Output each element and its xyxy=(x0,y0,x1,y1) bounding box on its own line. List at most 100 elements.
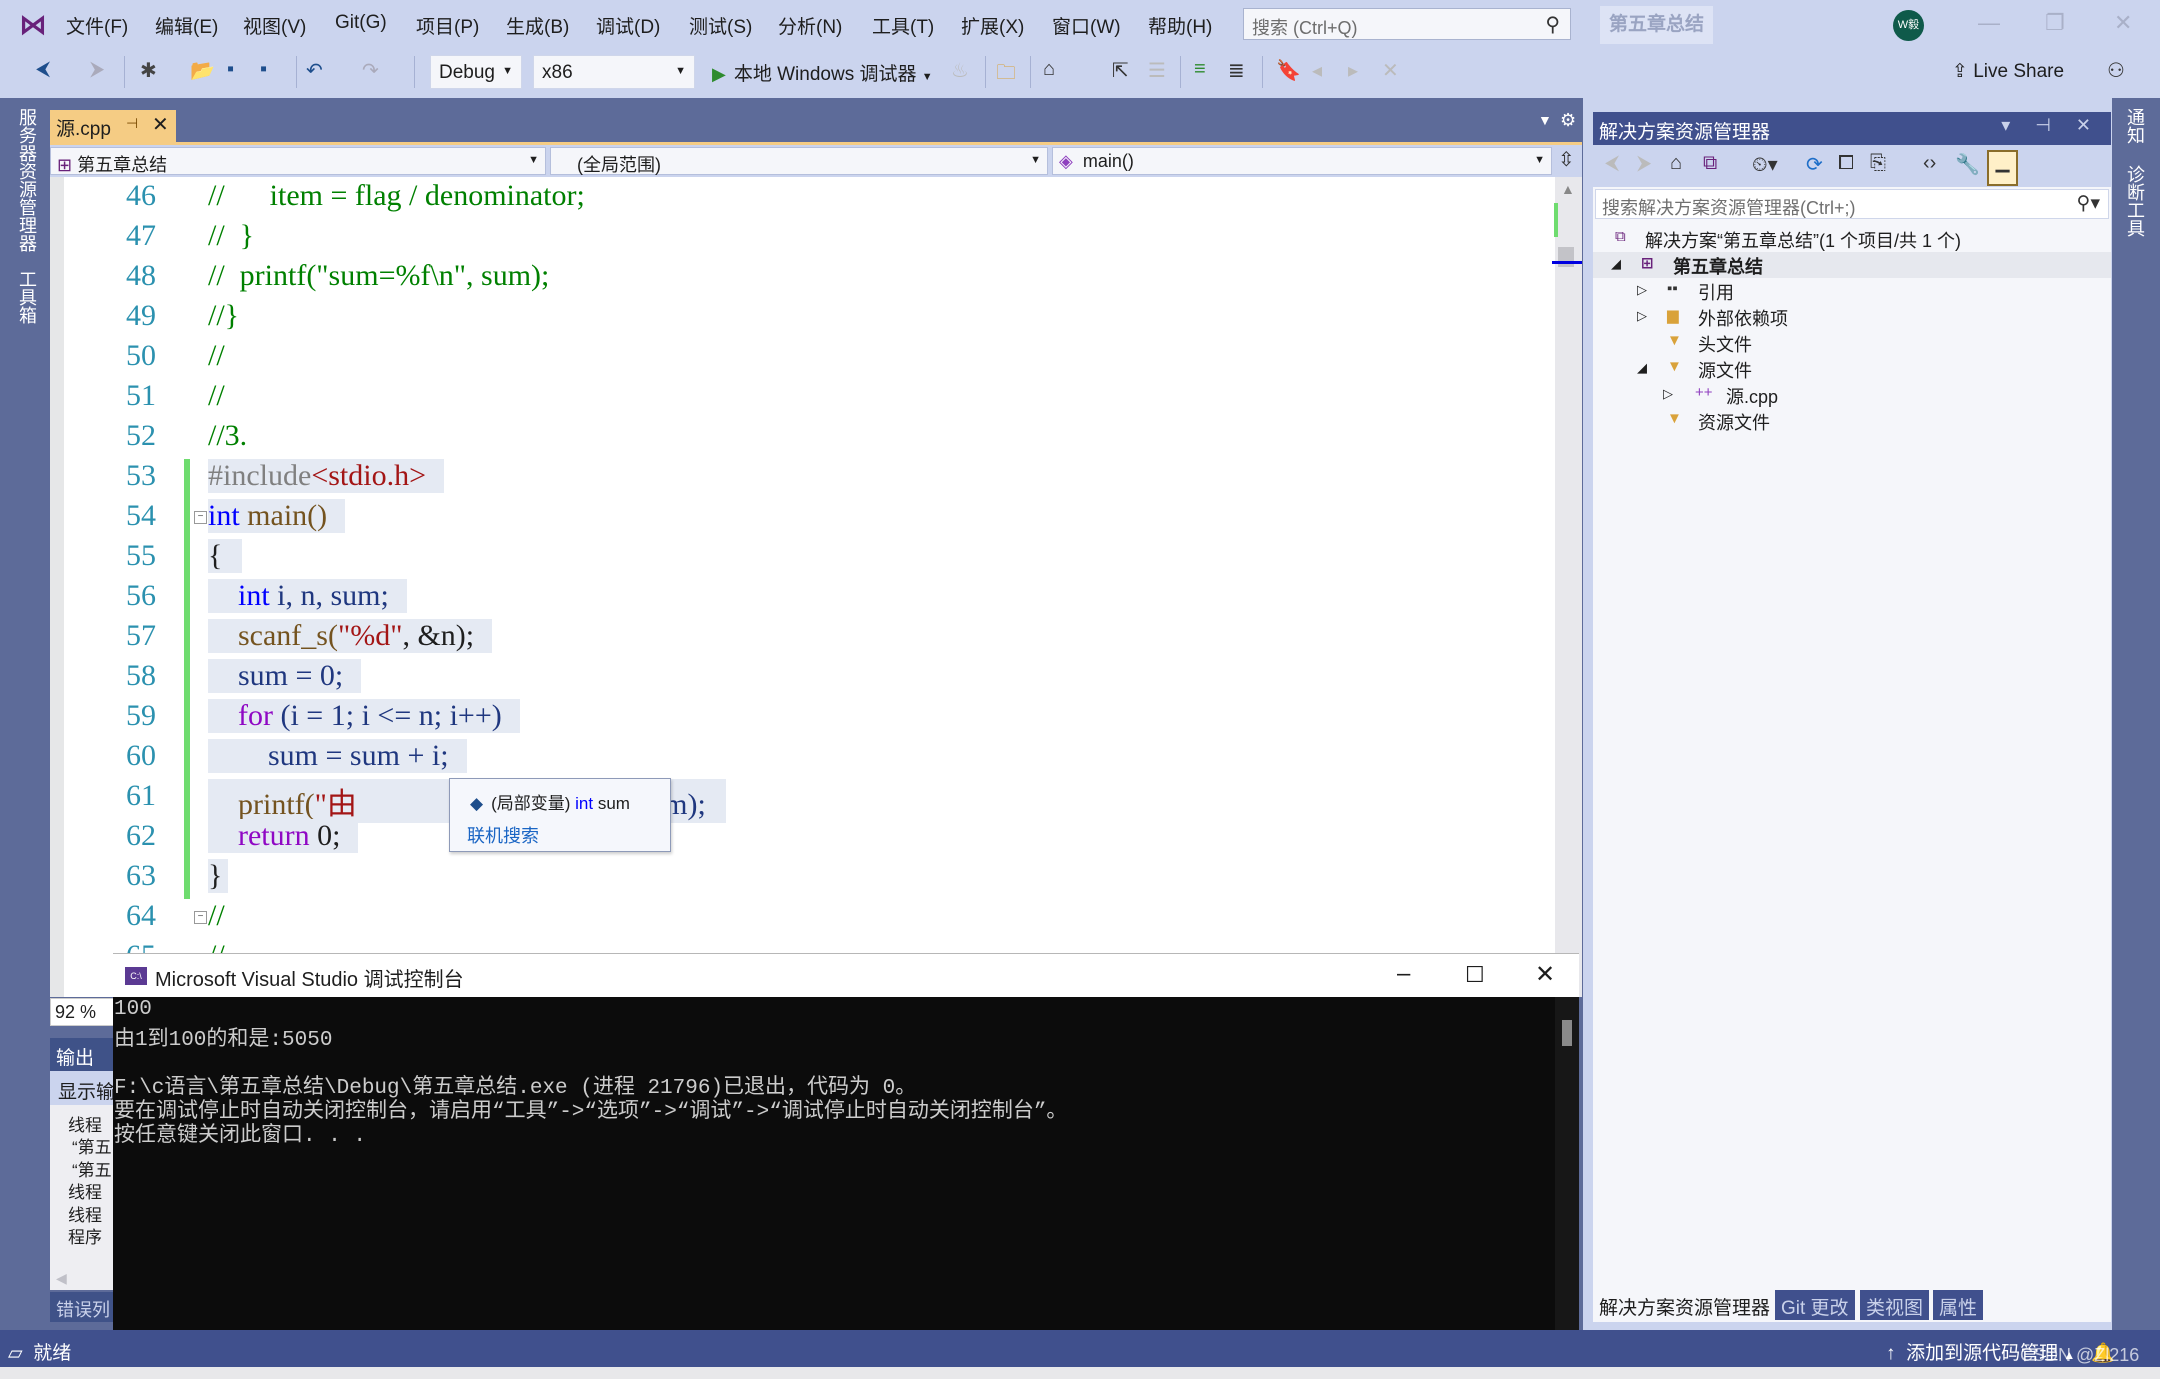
diagnostic-tools-tab[interactable]: 诊断工具 xyxy=(2122,165,2148,237)
preview-selected-items-toggle[interactable]: ▁ xyxy=(1987,150,2018,186)
editor-tab-source-cpp[interactable]: 源.cpp ⊣ ✕ xyxy=(50,110,176,142)
notifications-tab[interactable]: 通知 xyxy=(2122,108,2148,144)
scroll-left-icon[interactable]: ◀ xyxy=(56,1270,67,1287)
menu-build[interactable]: 生成(B) xyxy=(506,12,569,39)
tab-close-icon[interactable]: ✕ xyxy=(152,112,169,137)
restore-icon[interactable]: ❐ xyxy=(2045,10,2065,36)
account-avatar[interactable]: W毅 xyxy=(1893,10,1924,41)
prev-bookmark-icon[interactable]: ◂ xyxy=(1312,58,1322,83)
back-icon[interactable]: ⮜ xyxy=(1605,152,1619,175)
next-bookmark-icon[interactable]: ▸ xyxy=(1348,58,1358,83)
menu-help[interactable]: 帮助(H) xyxy=(1148,12,1212,39)
live-share-button[interactable]: ⇪ Live Share xyxy=(1952,60,2064,83)
scrollbar-thumb[interactable] xyxy=(1558,247,1574,267)
menu-debug[interactable]: 调试(D) xyxy=(596,12,660,39)
step-pointer-icon[interactable]: ⇱ xyxy=(1112,58,1129,83)
feedback-icon[interactable]: ⚇ xyxy=(2107,58,2125,83)
bookmark-icon[interactable]: 🔖 xyxy=(1276,58,1301,83)
scope-nav-dropdown[interactable]: (全局范围) ▼ xyxy=(550,147,1048,175)
menu-test[interactable]: 测试(S) xyxy=(689,12,752,39)
error-list-tab[interactable]: 错误列 xyxy=(50,1292,120,1322)
navigate-forward-icon[interactable]: ⮞ xyxy=(90,58,104,81)
global-search-input[interactable]: 搜索 (Ctrl+Q) ⚲ xyxy=(1243,8,1571,40)
menu-file[interactable]: 文件(F) xyxy=(66,12,128,39)
menu-view[interactable]: 视图(V) xyxy=(243,12,306,39)
tree-item-source-cpp[interactable]: ▷ ++ 源.cpp xyxy=(1593,382,2111,408)
output-source-dropdown[interactable]: 显示输 xyxy=(50,1071,120,1105)
debug-console-window[interactable] xyxy=(113,953,1579,1368)
uncomment-icon[interactable]: ≣ xyxy=(1228,58,1245,83)
undo-icon[interactable]: ↶ xyxy=(306,58,323,83)
console-minimize-icon[interactable]: – xyxy=(1397,960,1410,988)
tab-solution-explorer[interactable]: 解决方案资源管理器 xyxy=(1593,1290,1777,1320)
server-explorer-tab[interactable]: 服务器资源管理器 xyxy=(14,108,40,252)
pin-icon[interactable]: ⊣ xyxy=(126,115,138,132)
code-view-icon[interactable]: ‹› xyxy=(1923,152,1936,175)
tab-list-dropdown-icon[interactable]: ▼ xyxy=(1538,112,1552,128)
new-item-icon[interactable]: ✱ xyxy=(140,58,157,83)
clear-bookmarks-icon[interactable]: ✕ xyxy=(1382,58,1399,83)
scroll-up-icon[interactable]: ▲ xyxy=(1561,181,1575,197)
console-maximize-icon[interactable]: ☐ xyxy=(1465,962,1485,988)
toolbox-tab[interactable]: 工具箱 xyxy=(14,270,40,324)
start-debugging-button[interactable]: ▶ 本地 Windows 调试器 ▼ xyxy=(712,59,933,86)
close-icon[interactable]: ✕ xyxy=(2114,10,2132,36)
expanded-arrow-icon[interactable]: ◢ xyxy=(1611,256,1621,272)
console-scrollbar[interactable] xyxy=(1555,997,1579,1368)
tree-item-references[interactable]: ▷ ▪▪ 引用 xyxy=(1593,278,2111,304)
menu-analyze[interactable]: 分析(N) xyxy=(778,12,842,39)
forward-icon[interactable]: ⮞ xyxy=(1637,152,1651,175)
settings-gear-icon[interactable]: ⚙ xyxy=(1560,110,1576,131)
home-icon[interactable]: ⌂ xyxy=(1670,152,1682,175)
collapsed-arrow-icon[interactable]: ▷ xyxy=(1637,308,1647,324)
console-close-icon[interactable]: ✕ xyxy=(1535,960,1555,989)
menu-tools[interactable]: 工具(T) xyxy=(872,12,934,39)
properties-wrench-icon[interactable]: 🔧 xyxy=(1955,152,1980,177)
switch-views-icon[interactable]: ⧉ xyxy=(1703,152,1717,175)
tree-item-project[interactable]: ◢ ⊞ 第五章总结 xyxy=(1593,252,2111,278)
save-all-icon[interactable]: ▪ xyxy=(260,58,267,81)
tab-properties[interactable]: 属性 xyxy=(1933,1290,1984,1320)
collapsed-arrow-icon[interactable]: ▷ xyxy=(1663,386,1673,402)
menu-git[interactable]: Git(G) xyxy=(335,12,387,34)
collapse-icon[interactable]: − xyxy=(194,911,207,924)
collapsed-arrow-icon[interactable]: ▷ xyxy=(1637,282,1647,298)
expanded-arrow-icon[interactable]: ◢ xyxy=(1637,360,1647,376)
platform-select[interactable]: x86 ▼ xyxy=(533,55,695,89)
online-search-link[interactable]: 联机搜索 xyxy=(467,822,539,848)
redo-icon[interactable]: ↷ xyxy=(362,58,379,83)
menu-extensions[interactable]: 扩展(X) xyxy=(961,12,1024,39)
panel-controls[interactable]: ▾ ⊣ ✕ xyxy=(2001,115,2101,136)
save-icon[interactable]: ▪ xyxy=(227,58,234,81)
split-window-icon[interactable]: ⇳ xyxy=(1558,147,1575,172)
zoom-level[interactable]: 92 % xyxy=(50,998,120,1026)
console-scroll-thumb[interactable] xyxy=(1562,1020,1572,1046)
outdent-icon[interactable]: ☰ xyxy=(1148,58,1166,83)
collapse-all-icon[interactable]: ⧠ xyxy=(1838,152,1854,175)
configuration-select[interactable]: Debug ▼ xyxy=(430,55,522,89)
home-window-icon[interactable]: ⌂ xyxy=(1043,58,1055,81)
find-in-files-icon[interactable]: 🗀 xyxy=(996,58,1016,92)
tree-item-solution[interactable]: ⧉ 解决方案“第五章总结”(1 个项目/共 1 个) xyxy=(1593,226,2111,252)
project-nav-dropdown[interactable]: ⊞ 第五章总结 ▼ xyxy=(50,147,546,175)
comment-icon[interactable]: ≡ xyxy=(1194,58,1206,81)
tree-item-external-deps[interactable]: ▷ ▆ 外部依赖项 xyxy=(1593,304,2111,330)
tree-item-source-files[interactable]: ◢ ▼ 源文件 xyxy=(1593,356,2111,382)
solution-search-input[interactable]: 搜索解决方案资源管理器(Ctrl+;) ⚲▾ xyxy=(1595,189,2109,219)
open-file-icon[interactable]: 📂 xyxy=(190,58,215,83)
sync-icon[interactable]: ⟳ xyxy=(1806,152,1823,177)
pending-changes-filter-icon[interactable]: ⏲▾ xyxy=(1752,152,1778,177)
menu-project[interactable]: 项目(P) xyxy=(416,12,479,39)
menu-window[interactable]: 窗口(W) xyxy=(1052,12,1121,39)
minimize-icon[interactable]: — xyxy=(1978,10,2000,36)
collapse-icon[interactable]: − xyxy=(194,511,207,524)
tab-git-changes[interactable]: Git 更改 xyxy=(1775,1290,1855,1320)
tree-item-resource-files[interactable]: ▼ 资源文件 xyxy=(1593,408,2111,434)
member-nav-dropdown[interactable]: ◈ main() ▼ xyxy=(1052,147,1552,175)
menu-edit[interactable]: 编辑(E) xyxy=(155,12,218,39)
tree-item-header-files[interactable]: ▼ 头文件 xyxy=(1593,330,2111,356)
navigate-back-icon[interactable]: ⮜ xyxy=(36,58,50,81)
editor-vertical-scrollbar[interactable] xyxy=(1555,177,1582,997)
tab-class-view[interactable]: 类视图 xyxy=(1860,1290,1930,1320)
show-all-files-icon[interactable]: ⎘ xyxy=(1870,152,1886,175)
